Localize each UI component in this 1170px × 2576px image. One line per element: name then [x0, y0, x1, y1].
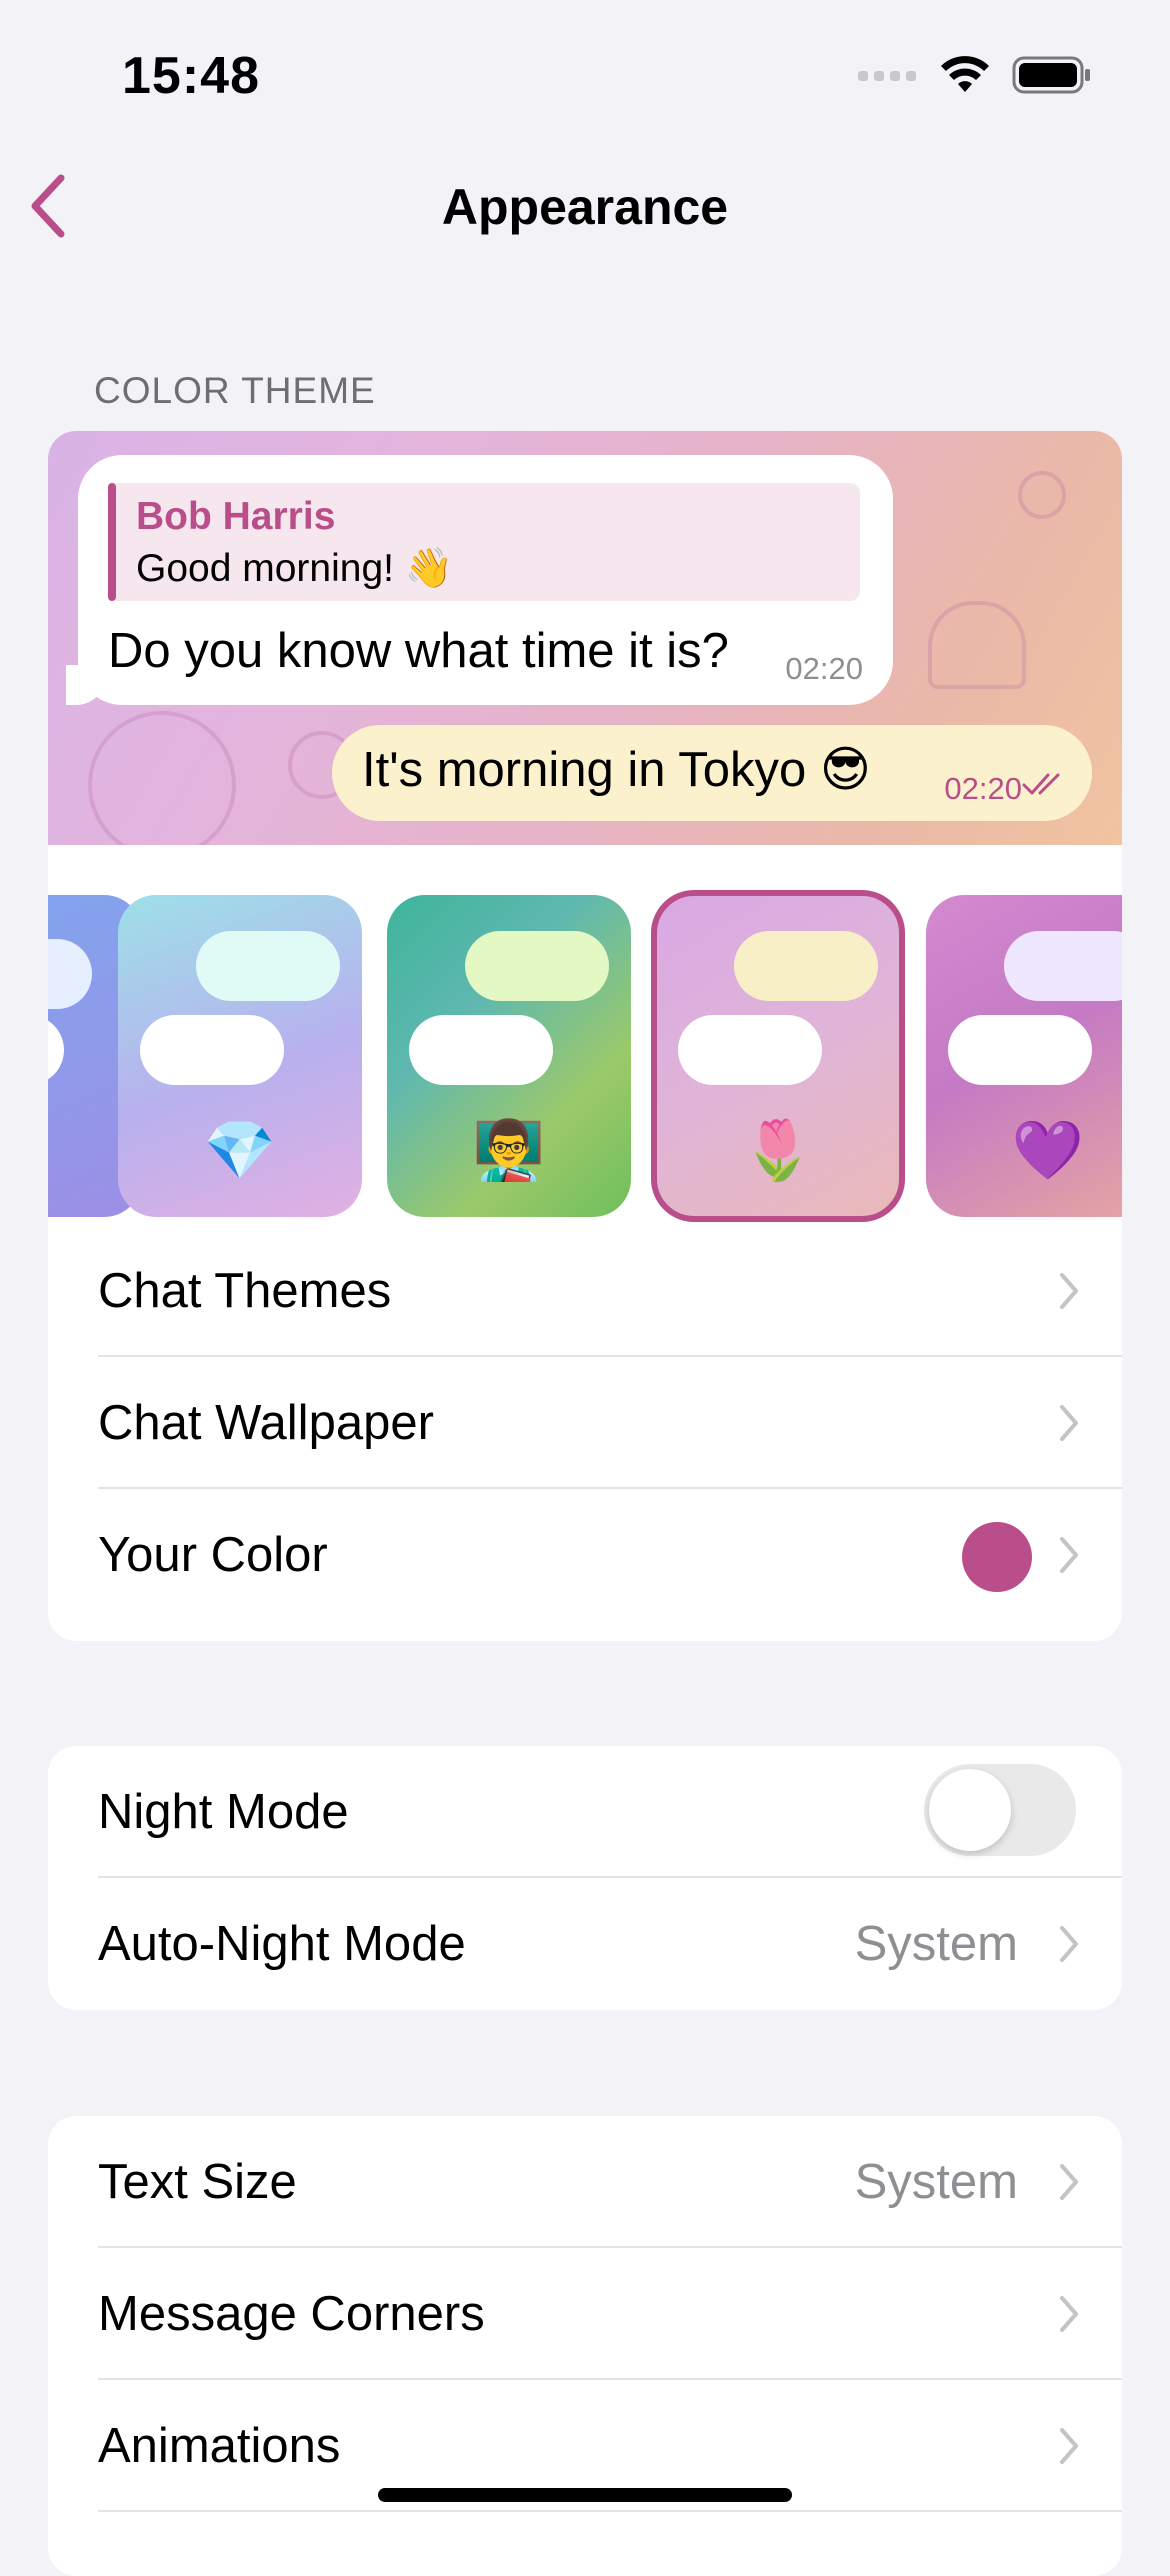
battery-icon [1012, 56, 1090, 94]
your-color-label: Your Color [98, 1528, 328, 1582]
reply-quote: Bob Harris Good morning! 👋 [108, 483, 860, 601]
night-mode-label: Night Mode [98, 1785, 349, 1839]
auto-night-mode-row[interactable]: Auto-Night Mode System [48, 1878, 1122, 2010]
theme-option-selected[interactable]: 🌷 [651, 890, 905, 1222]
night-mode-card: Night Mode Auto-Night Mode System [48, 1746, 1122, 2010]
doodle-decoration [88, 711, 236, 845]
reply-sender-name: Bob Harris [136, 495, 336, 538]
theme-preview-bubble [948, 1015, 1092, 1085]
theme-option[interactable]: 💎 [118, 895, 362, 1217]
double-check-icon [1022, 773, 1060, 795]
page-title: Appearance [441, 179, 729, 235]
reply-accent-bar [108, 483, 116, 601]
text-settings-card: Text Size System Message Corners Animati… [48, 2116, 1122, 2576]
outgoing-message-bubble: It's morning in Tokyo 😎 02:20 [332, 725, 1092, 821]
incoming-message-time: 02:20 [785, 651, 863, 686]
chevron-right-icon [1060, 1273, 1078, 1309]
toggle-knob [929, 1769, 1011, 1851]
your-color-row[interactable]: Your Color [48, 1489, 1122, 1621]
outgoing-message-time: 02:20 [944, 771, 1022, 806]
row-divider [98, 2510, 1122, 2512]
theme-preview-bubble [734, 931, 878, 1001]
chat-wallpaper-row[interactable]: Chat Wallpaper [48, 1357, 1122, 1489]
text-size-label: Text Size [98, 2155, 297, 2209]
chevron-right-icon [1060, 1405, 1078, 1441]
status-time: 15:48 [122, 47, 260, 105]
chat-preview: Bob Harris Good morning! 👋 Do you know w… [48, 431, 1122, 845]
outgoing-message-text: It's morning in Tokyo 😎 [362, 743, 871, 797]
chat-themes-label: Chat Themes [98, 1264, 392, 1318]
night-mode-row: Night Mode [48, 1746, 1122, 1878]
theme-preview-bubble [196, 931, 340, 1001]
text-size-value: System [854, 2155, 1018, 2209]
chevron-right-icon [1060, 2296, 1078, 2332]
theme-emoji: 🌷 [741, 1118, 815, 1183]
incoming-message-bubble: Bob Harris Good morning! 👋 Do you know w… [78, 455, 893, 705]
chevron-right-icon [1060, 2164, 1078, 2200]
theme-emoji: 💎 [203, 1118, 277, 1183]
cellular-signal-icon [858, 71, 916, 81]
theme-emoji: 👨‍🏫 [472, 1118, 546, 1183]
theme-preview-bubble [1004, 931, 1122, 1001]
chevron-right-icon [1060, 2428, 1078, 2464]
animations-label: Animations [98, 2419, 341, 2473]
message-corners-row[interactable]: Message Corners [48, 2248, 1122, 2380]
chat-wallpaper-label: Chat Wallpaper [98, 1396, 434, 1450]
chevron-right-icon [1060, 1926, 1078, 1962]
home-indicator [378, 2488, 792, 2502]
text-size-row[interactable]: Text Size System [48, 2116, 1122, 2248]
theme-carousel[interactable]: 💎 👨‍🏫 🌷 💜 [48, 845, 1122, 1225]
theme-option[interactable]: 👨‍🏫 [387, 895, 631, 1217]
reply-text: Good morning! 👋 [136, 547, 454, 590]
theme-emoji: 💜 [1011, 1118, 1085, 1183]
night-mode-toggle[interactable] [924, 1764, 1076, 1856]
theme-preview-bubble [465, 931, 609, 1001]
section-header-color-theme: COLOR THEME [94, 370, 376, 411]
message-corners-label: Message Corners [98, 2287, 485, 2341]
color-theme-card: Bob Harris Good morning! 👋 Do you know w… [48, 431, 1122, 1641]
navigation-bar: Appearance [0, 160, 1170, 252]
status-bar: 15:48 [0, 0, 1170, 150]
your-color-swatch [962, 1522, 1032, 1592]
status-icons [858, 56, 1092, 94]
theme-option[interactable]: 💜 [926, 895, 1122, 1217]
auto-night-mode-label: Auto-Night Mode [98, 1917, 466, 1971]
doodle-decoration [1018, 471, 1066, 519]
auto-night-mode-value: System [854, 1917, 1018, 1971]
theme-preview-bubble [48, 939, 92, 1009]
doodle-decoration [928, 601, 1026, 689]
chat-themes-row[interactable]: Chat Themes [48, 1225, 1122, 1357]
theme-preview-bubble [48, 1015, 64, 1085]
theme-preview-bubble [140, 1015, 284, 1085]
wifi-icon [941, 56, 989, 92]
incoming-message-text: Do you know what time it is? [108, 624, 729, 678]
chevron-right-icon [1060, 1537, 1078, 1573]
theme-preview-bubble [409, 1015, 553, 1085]
theme-preview-bubble [678, 1015, 822, 1085]
